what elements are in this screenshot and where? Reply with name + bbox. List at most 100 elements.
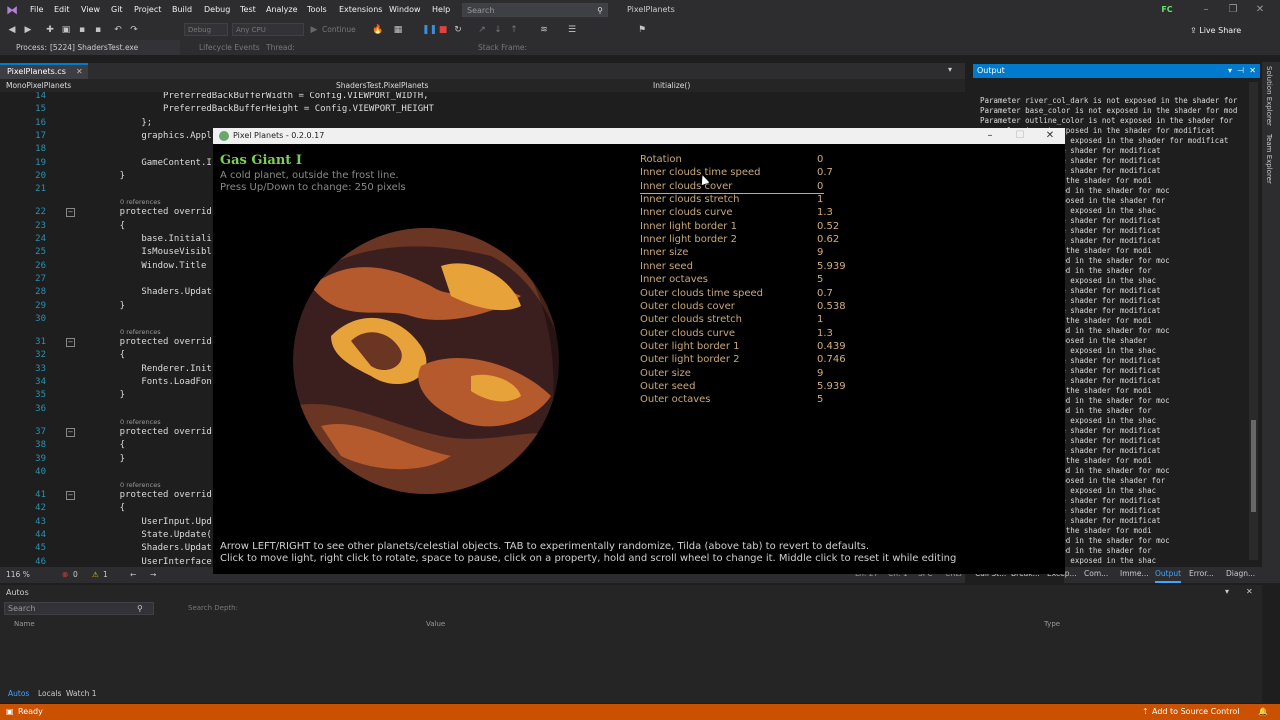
property-value[interactable]: 0.538: [817, 300, 846, 313]
property-name[interactable]: Inner light border 1: [640, 220, 737, 233]
solution-explorer-tab[interactable]: Solution Explorer: [1265, 66, 1273, 126]
property-value[interactable]: 1: [817, 193, 823, 206]
menu-debug[interactable]: Debug: [204, 0, 230, 20]
property-value[interactable]: 5: [817, 273, 823, 286]
property-value[interactable]: 1.3: [817, 206, 833, 219]
tab-error-list[interactable]: Error...: [1189, 567, 1214, 581]
property-value[interactable]: 5.939: [817, 260, 846, 273]
nav-project[interactable]: MonoPixelPlanets: [6, 79, 71, 92]
code-lens-references[interactable]: 0 references: [120, 328, 161, 336]
game-minimize-icon[interactable]: –: [975, 128, 1005, 144]
property-value[interactable]: 0.7: [817, 166, 833, 179]
continue-button[interactable]: Continue: [322, 20, 356, 40]
property-name[interactable]: Outer clouds stretch: [640, 313, 742, 326]
error-icon[interactable]: ⊗: [62, 567, 68, 583]
menu-project[interactable]: Project: [134, 0, 161, 20]
step-out-icon[interactable]: ↑: [508, 24, 520, 36]
column-value[interactable]: Value: [426, 620, 445, 628]
autos-dropdown-icon[interactable]: ▾: [1225, 587, 1229, 596]
tab-command[interactable]: Com...: [1084, 567, 1108, 581]
menu-window[interactable]: Window: [389, 0, 421, 20]
search-icon[interactable]: ⚲: [137, 604, 143, 613]
user-avatar[interactable]: FC: [1160, 3, 1174, 17]
menu-file[interactable]: File: [30, 0, 43, 20]
autos-search-input[interactable]: Search ⚲: [4, 602, 154, 615]
menu-git[interactable]: Git: [111, 0, 123, 20]
menu-view[interactable]: View: [81, 0, 100, 20]
collapse-region-icon[interactable]: −: [66, 338, 75, 348]
property-value[interactable]: 5.939: [817, 380, 846, 393]
menu-test[interactable]: Test: [240, 0, 256, 20]
step-over-icon[interactable]: ↗: [476, 24, 488, 36]
menu-extensions[interactable]: Extensions: [339, 0, 382, 20]
lifecycle-events-button[interactable]: Lifecycle Events: [199, 40, 260, 55]
forward-icon[interactable]: ▶: [22, 24, 34, 36]
property-name[interactable]: Inner clouds curve: [640, 206, 733, 219]
property-value[interactable]: 0.7: [817, 287, 833, 300]
property-name[interactable]: Outer clouds cover: [640, 300, 735, 313]
planet-render[interactable]: [291, 226, 561, 496]
nav-forward-icon[interactable]: →: [150, 567, 156, 583]
dropdown-icon[interactable]: ▾: [1228, 64, 1232, 78]
live-share-button[interactable]: ⇪ Live Share: [1190, 20, 1241, 42]
property-value[interactable]: 0.439: [817, 340, 846, 353]
property-value[interactable]: 0: [817, 153, 823, 166]
property-name[interactable]: Inner seed: [640, 260, 693, 273]
show-threads-icon[interactable]: ≋: [538, 24, 550, 36]
property-name[interactable]: Inner clouds cover: [640, 180, 824, 194]
collapse-region-icon[interactable]: −: [66, 427, 75, 437]
nav-class[interactable]: ShadersTest.PixelPlanets: [336, 79, 428, 92]
property-value[interactable]: 5: [817, 393, 823, 406]
undo-icon[interactable]: ↶: [112, 24, 124, 36]
pause-icon[interactable]: ❚❚: [422, 24, 437, 36]
property-value[interactable]: 9: [817, 367, 823, 380]
back-icon[interactable]: ◀: [6, 24, 18, 36]
platform-select[interactable]: Any CPU: [232, 23, 304, 36]
property-name[interactable]: Inner light border 2: [640, 233, 737, 246]
team-explorer-tab[interactable]: Team Explorer: [1265, 134, 1273, 184]
warning-icon[interactable]: ⚠: [92, 567, 99, 583]
output-scroll-thumb[interactable]: [1251, 420, 1256, 512]
property-name[interactable]: Outer size: [640, 367, 691, 380]
menu-tools[interactable]: Tools: [307, 0, 327, 20]
diagnostics-icon[interactable]: ▦: [392, 24, 404, 36]
column-name[interactable]: Name: [14, 620, 35, 628]
code-lens-references[interactable]: 0 references: [120, 481, 161, 489]
tab-locals[interactable]: Locals: [38, 689, 61, 698]
game-close-icon[interactable]: ✕: [1035, 128, 1065, 144]
notifications-icon[interactable]: 🔔: [1258, 704, 1268, 720]
property-name[interactable]: Inner size: [640, 246, 688, 259]
minimize-icon[interactable]: –: [1196, 0, 1216, 20]
hot-reload-icon[interactable]: 🔥: [372, 24, 384, 36]
menu-help[interactable]: Help: [432, 0, 450, 20]
close-icon[interactable]: ✕: [1250, 0, 1270, 20]
nav-member[interactable]: Initialize(): [653, 79, 690, 92]
outline-icon[interactable]: ☰: [566, 24, 578, 36]
stop-icon[interactable]: ■: [437, 24, 449, 36]
property-name[interactable]: Outer clouds time speed: [640, 287, 763, 300]
restore-icon[interactable]: ❐: [1223, 0, 1243, 20]
close-tab-icon[interactable]: ✕: [76, 65, 83, 78]
open-icon[interactable]: ▣: [60, 24, 72, 36]
code-lens-references[interactable]: 0 references: [120, 198, 161, 206]
property-name[interactable]: Outer octaves: [640, 393, 711, 406]
property-value[interactable]: 9: [817, 246, 823, 259]
step-into-icon[interactable]: ↓: [492, 24, 504, 36]
property-value[interactable]: 0.52: [817, 220, 839, 233]
new-project-icon[interactable]: ✚: [44, 24, 56, 36]
pixel-planets-window[interactable]: Pixel Planets - 0.2.0.17 – ☐ ✕ Gas Giant…: [213, 128, 1065, 574]
menu-analyze[interactable]: Analyze: [266, 0, 298, 20]
code-lens-references[interactable]: 0 references: [120, 418, 161, 426]
property-value[interactable]: 0.62: [817, 233, 839, 246]
save-all-icon[interactable]: ▪: [92, 24, 104, 36]
tab-diagnostics[interactable]: Diagn...: [1226, 567, 1255, 581]
save-icon[interactable]: ▪: [76, 24, 88, 36]
tab-output[interactable]: Output: [1155, 567, 1182, 583]
property-value[interactable]: 0.746: [817, 353, 846, 366]
property-name[interactable]: Inner octaves: [640, 273, 708, 286]
nav-back-icon[interactable]: ←: [130, 567, 136, 583]
search-input[interactable]: Search ⚲: [462, 3, 608, 17]
property-name[interactable]: Outer light border 2: [640, 353, 739, 366]
property-name[interactable]: Outer light border 1: [640, 340, 739, 353]
autos-close-icon[interactable]: ✕: [1246, 587, 1253, 596]
